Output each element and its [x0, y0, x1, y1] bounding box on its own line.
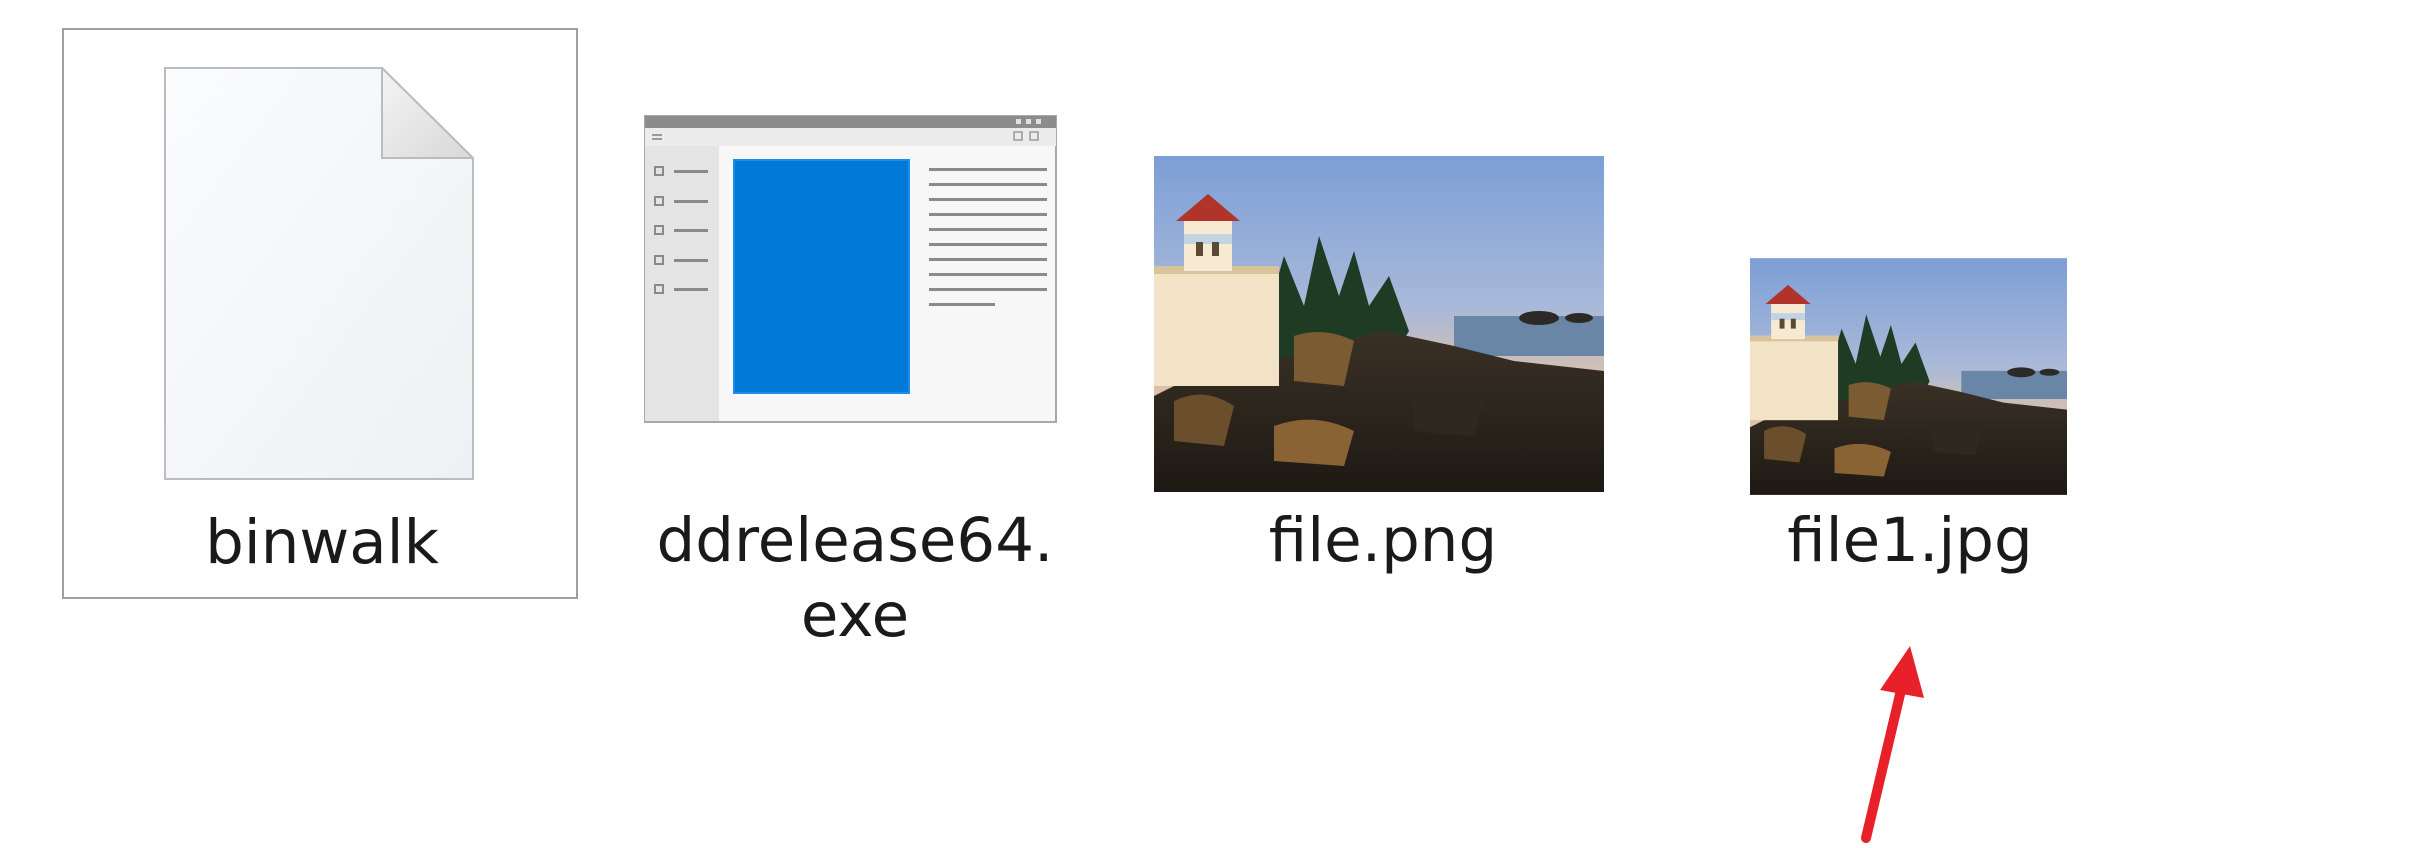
- red-arrow-icon: [1861, 646, 1924, 843]
- explorer-file-view: { "files": [ { "name": "binwalk", "type"…: [0, 0, 2420, 848]
